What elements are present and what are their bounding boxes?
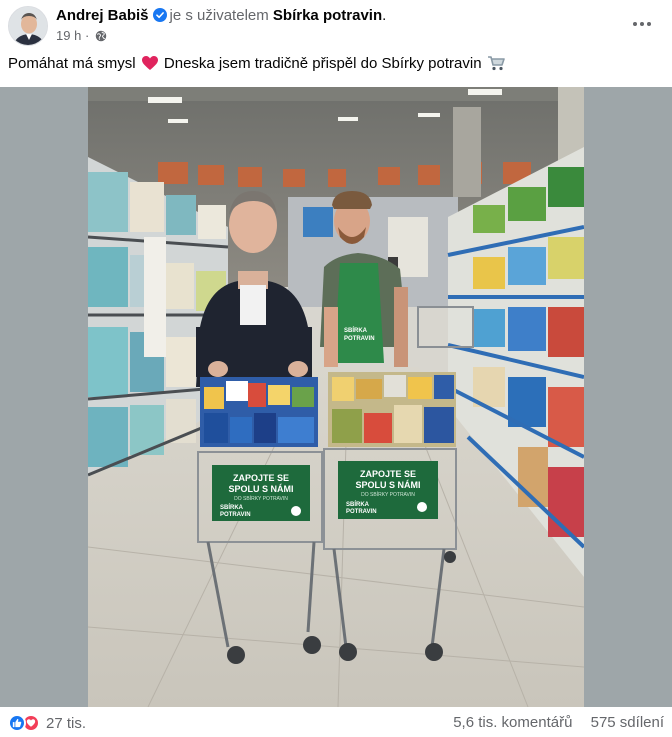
like-icon xyxy=(8,714,26,732)
post-header: Andrej Babiš je s uživatelem Sbírka potra… xyxy=(0,0,672,50)
apron-text-line1: SBÍRKA xyxy=(344,326,368,334)
globe-icon[interactable] xyxy=(95,30,107,46)
meta-separator: · xyxy=(84,28,90,43)
more-options-button[interactable] xyxy=(626,10,658,38)
comments-count[interactable]: 5,6 tis. komentářů xyxy=(453,714,572,731)
post-text-part2: Dneska jsem tradičně přispěl do Sbírky p… xyxy=(163,55,482,72)
post-footer: 27 tis. 5,6 tis. komentářů 575 sdílení xyxy=(0,707,672,737)
apron-text-line2: POTRAVIN xyxy=(344,336,375,342)
reaction-count[interactable]: 27 tis. xyxy=(46,715,86,732)
cart-sign-1-logo-line2: POTRAVIN xyxy=(220,512,251,518)
heart-emoji-icon xyxy=(141,55,159,77)
cart-sign-2-logo-line2: POTRAVIN xyxy=(346,509,377,515)
facebook-post: Andrej Babiš je s uživatelem Sbírka potra… xyxy=(0,0,672,737)
cart-sign-1-line2: SPOLU S NÁMI xyxy=(228,484,293,494)
post-text-part1: Pomáhat má smysl xyxy=(8,55,136,72)
cart-sign-2-line2: SPOLU S NÁMI xyxy=(355,480,420,490)
cart-sign-1-logo-line1: SBÍRKA xyxy=(220,503,244,511)
shares-count[interactable]: 575 sdílení xyxy=(591,714,664,731)
post-photo[interactable]: SBÍRKA POTRAVIN ZAPOJTE SE SPOLU S NÁMI … xyxy=(88,87,584,707)
cart-sign-1-line1: ZAPOJTE SE xyxy=(233,473,289,483)
tagged-page-link[interactable]: Sbírka potravin xyxy=(273,7,382,24)
post-meta: 19 h · xyxy=(56,28,107,46)
more-dots-icon xyxy=(633,22,651,26)
cart-sign-2-line1: ZAPOJTE SE xyxy=(360,469,416,479)
cart-sign-1-line3: DO SBÍRKY POTRAVIN xyxy=(234,495,288,502)
with-text: je s uživatelem xyxy=(169,7,269,24)
photo-container[interactable]: SBÍRKA POTRAVIN ZAPOJTE SE SPOLU S NÁMI … xyxy=(0,87,672,707)
cart-sign-2-line3: DO SBÍRKY POTRAVIN xyxy=(361,491,415,498)
post-stats: 5,6 tis. komentářů 575 sdílení xyxy=(453,714,664,731)
author-avatar[interactable] xyxy=(8,6,48,46)
post-time[interactable]: 19 h xyxy=(56,28,81,43)
author-line: Andrej Babiš je s uživatelem Sbírka potra… xyxy=(56,6,386,28)
reactions-summary[interactable]: 27 tis. xyxy=(8,713,86,733)
shopping-cart-emoji-icon xyxy=(487,55,505,77)
author-name[interactable]: Andrej Babiš xyxy=(56,7,149,24)
cart-sign-2-logo-line1: SBÍRKA xyxy=(346,500,370,508)
sentence-period: . xyxy=(382,7,387,24)
verified-badge-icon xyxy=(152,8,167,28)
post-text: Pomáhat má smysl Dneska jsem tradičně př… xyxy=(8,54,506,77)
